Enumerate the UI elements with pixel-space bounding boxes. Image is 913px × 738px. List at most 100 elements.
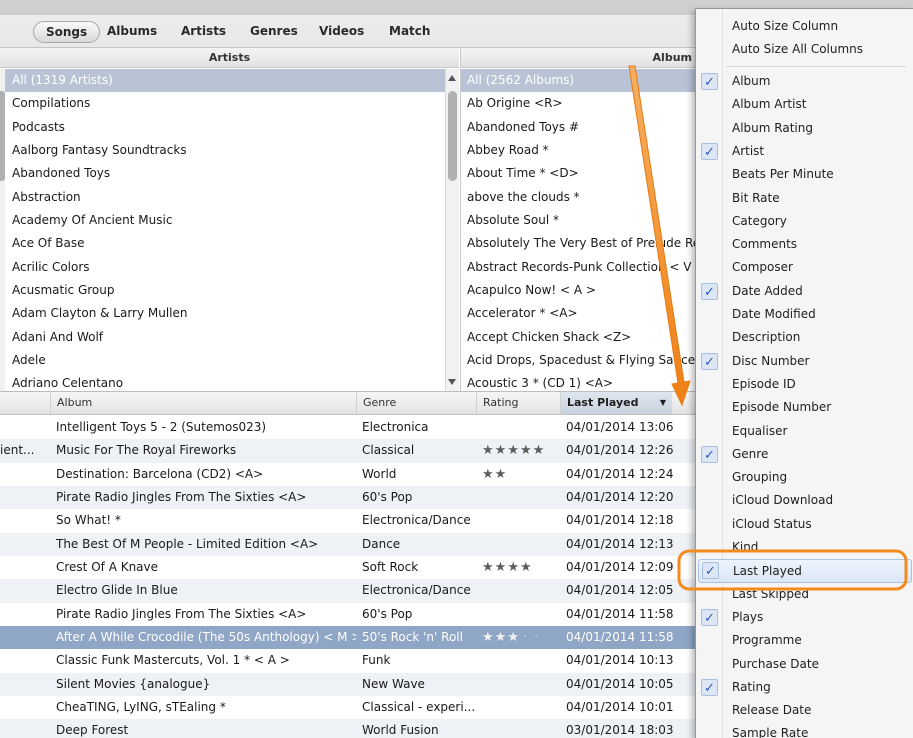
- menu-item-auto-size-column[interactable]: Auto Size Column: [696, 15, 913, 38]
- tab-songs[interactable]: Songs: [33, 21, 101, 43]
- rating-stars[interactable]: ★★★★: [482, 556, 558, 579]
- menu-item-beats-per-minute[interactable]: Beats Per Minute: [696, 163, 913, 186]
- menu-item-grouping[interactable]: Grouping: [696, 466, 913, 489]
- table-row[interactable]: The Best Of M People - Limited Edition <…: [0, 532, 700, 557]
- menu-item-sample-rate[interactable]: Sample Rate: [696, 722, 913, 738]
- tab-videos[interactable]: Videos: [319, 21, 364, 43]
- checkmark-icon: ✓: [702, 562, 719, 580]
- tab-albums[interactable]: Albums: [107, 21, 157, 43]
- album-list-item[interactable]: Acid Drops, Spacedust & Flying Saucer's: [461, 349, 696, 372]
- menu-item-album-rating[interactable]: Album Rating: [696, 117, 913, 140]
- album-list-item[interactable]: Abstract Records-Punk Collection < V >: [461, 256, 696, 279]
- scroll-up-arrow-icon[interactable]: [448, 75, 456, 81]
- artist-list-item[interactable]: Abandoned Toys: [0, 162, 445, 185]
- rating-stars[interactable]: ★★★ · ·: [482, 626, 558, 649]
- menu-item-comments[interactable]: Comments: [696, 233, 913, 256]
- menu-item-composer[interactable]: Composer: [696, 256, 913, 279]
- table-row[interactable]: So What! * Electronica/Dance 04/01/2014 12…: [0, 509, 700, 532]
- column-rating[interactable]: Rating: [476, 392, 560, 414]
- table-row[interactable]: Classic Funk Mastercuts, Vol. 1 * < A > F…: [0, 649, 700, 672]
- artist-list-item[interactable]: Acrilic Colors: [0, 256, 445, 279]
- menu-item-episode-number[interactable]: Episode Number: [696, 396, 913, 419]
- menu-item-album-artist[interactable]: Album Artist: [696, 93, 913, 116]
- column-last-played[interactable]: Last Played ▼: [560, 392, 672, 414]
- menu-item-album[interactable]: ✓ Album: [696, 70, 913, 93]
- scroll-down-arrow-icon[interactable]: [448, 379, 456, 385]
- cell-prefix: ient...: [0, 443, 35, 458]
- left-scroll-thumb[interactable]: [0, 91, 5, 181]
- album-list-item[interactable]: Ab Origine <R>: [461, 92, 696, 115]
- album-list-item[interactable]: Acoustic 3 * (CD 1) <A>: [461, 372, 696, 391]
- menu-item-programme[interactable]: Programme: [696, 629, 913, 652]
- menu-item-artist[interactable]: ✓ Artist: [696, 140, 913, 163]
- table-row[interactable]: CheaTING, LyING, sTEaling * Classical - e…: [0, 696, 700, 719]
- menu-item-last-skipped[interactable]: Last Skipped: [696, 583, 913, 606]
- table-row[interactable]: Deep Forest World Fusion 03/01/2014 18:03: [0, 719, 700, 738]
- artist-list-item[interactable]: Adele: [0, 349, 445, 372]
- scroll-thumb[interactable]: [448, 91, 457, 181]
- artist-list-item[interactable]: All (1319 Artists): [0, 69, 445, 93]
- table-row[interactable]: Electro Glide In Blue Electronica/Dance 04…: [0, 579, 700, 603]
- artist-list-item[interactable]: Adam Clayton & Larry Mullen: [0, 302, 445, 325]
- star-icon: ★: [507, 443, 520, 459]
- artist-list-item[interactable]: Compilations: [0, 92, 445, 115]
- menu-item-date-added[interactable]: ✓ Date Added: [696, 280, 913, 303]
- artist-list-item[interactable]: Adani And Wolf: [0, 326, 445, 349]
- album-list-item[interactable]: Abandoned Toys #: [461, 116, 696, 139]
- table-row[interactable]: Silent Movies {analogue} New Wave 04/01/20…: [0, 672, 700, 697]
- album-list-item[interactable]: Abbey Road *: [461, 139, 696, 162]
- album-list-item[interactable]: Absolutely The Very Best of Prelude Reco: [461, 232, 696, 255]
- table-row[interactable]: ient... Music For The Royal Fireworks Clas…: [0, 439, 700, 463]
- menu-item-last-played[interactable]: ✓ Last Played: [698, 559, 912, 583]
- tab-match[interactable]: Match: [389, 21, 430, 43]
- menu-item-plays[interactable]: ✓ Plays: [696, 606, 913, 629]
- table-row[interactable]: Intelligent Toys 5 - 2 (Sutemos023) Elect…: [0, 416, 700, 439]
- album-list-item[interactable]: Accelerator * <A>: [461, 302, 696, 325]
- artist-list-item[interactable]: Adriano Celentano: [0, 372, 445, 391]
- artist-list-item[interactable]: Acusmatic Group: [0, 279, 445, 302]
- menu-item-rating[interactable]: ✓ Rating: [696, 676, 913, 699]
- table-row[interactable]: Destination: Barcelona (CD2) <A> World 04/…: [0, 463, 700, 486]
- rating-stars[interactable]: ★★: [482, 463, 558, 486]
- album-list-item[interactable]: Acapulco Now! < A >: [461, 279, 696, 302]
- table-row[interactable]: Pirate Radio Jingles From The Sixties <A…: [0, 486, 700, 510]
- menu-item-disc-number[interactable]: ✓ Disc Number: [696, 350, 913, 373]
- column-genre[interactable]: Genre: [356, 392, 476, 414]
- tab-genres[interactable]: Genres: [250, 21, 298, 43]
- menu-item-kind[interactable]: Kind: [696, 536, 913, 559]
- rating-stars[interactable]: ★★★★★: [482, 439, 558, 462]
- menu-item-date-modified[interactable]: Date Modified: [696, 303, 913, 326]
- menu-item-episode-id[interactable]: Episode ID: [696, 373, 913, 396]
- menu-item-bit-rate[interactable]: Bit Rate: [696, 187, 913, 210]
- albums-pane-header[interactable]: Album: [460, 48, 696, 68]
- album-list-item[interactable]: All (2562 Albums): [461, 69, 696, 93]
- artist-list-item[interactable]: Podcasts: [0, 116, 445, 139]
- menu-item-release-date[interactable]: Release Date: [696, 699, 913, 722]
- menu-item-auto-size-all-columns[interactable]: Auto Size All Columns: [696, 38, 913, 61]
- album-list-item[interactable]: About Time * <D>: [461, 162, 696, 185]
- table-row[interactable]: After A While Crocodile (The 50s Antholo…: [0, 626, 700, 650]
- star-icon: ★: [482, 443, 495, 459]
- album-list-item[interactable]: Absolute Soul *: [461, 209, 696, 232]
- artist-list-item[interactable]: Ace Of Base: [0, 232, 445, 255]
- album-list-item[interactable]: Accept Chicken Shack <Z>: [461, 326, 696, 349]
- menu-item-icloud-download[interactable]: iCloud Download: [696, 489, 913, 512]
- menu-item-description[interactable]: Description: [696, 326, 913, 349]
- cell-album: So What! *: [56, 513, 121, 528]
- artist-list-item[interactable]: Aalborg Fantasy Soundtracks: [0, 139, 445, 162]
- table-row[interactable]: Crest Of A Knave Soft Rock 04/01/2014 12:0…: [0, 556, 700, 579]
- artist-list-item[interactable]: Academy Of Ancient Music: [0, 209, 445, 232]
- menu-item-genre[interactable]: ✓ Genre: [696, 443, 913, 466]
- column-album[interactable]: Album: [50, 392, 356, 414]
- artist-list-item[interactable]: Abstraction: [0, 186, 445, 209]
- menu-item-equaliser[interactable]: Equaliser: [696, 420, 913, 443]
- menu-item-category[interactable]: Category: [696, 210, 913, 233]
- artists-scrollbar[interactable]: [445, 69, 459, 391]
- menu-item-icloud-status[interactable]: iCloud Status: [696, 513, 913, 536]
- star-icon: ★: [519, 560, 533, 576]
- artists-pane-header[interactable]: Artists: [0, 48, 459, 68]
- album-list-item[interactable]: above the clouds *: [461, 186, 696, 209]
- table-row[interactable]: Pirate Radio Jingles From The Sixties <A…: [0, 603, 700, 626]
- tab-artists[interactable]: Artists: [181, 21, 226, 43]
- menu-item-purchase-date[interactable]: Purchase Date: [696, 653, 913, 676]
